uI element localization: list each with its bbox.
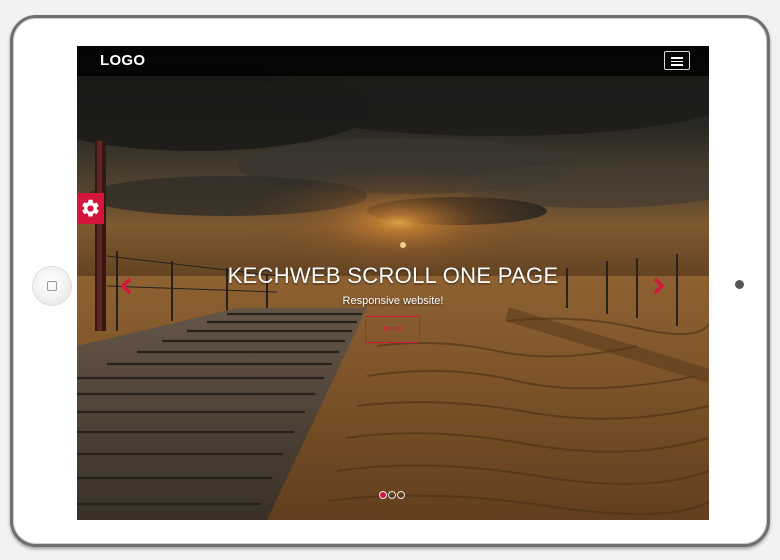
- hamburger-menu-icon[interactable]: [664, 51, 690, 70]
- top-navbar: LOGO: [77, 46, 709, 76]
- settings-button[interactable]: [77, 193, 104, 224]
- slider-dot-3[interactable]: [397, 491, 405, 499]
- website-screen: LOGO KECHWEB SCROLL ONE PAGE Responsive …: [77, 46, 709, 520]
- hero-title: KECHWEB SCROLL ONE PAGE: [227, 263, 559, 288]
- gear-icon: [82, 199, 99, 217]
- hero-more-button[interactable]: more: [365, 316, 420, 343]
- site-logo[interactable]: LOGO: [100, 52, 145, 69]
- slider-dot-1[interactable]: [379, 491, 387, 499]
- tablet-camera: [735, 280, 744, 289]
- tablet-home-button[interactable]: [33, 267, 71, 305]
- hero-subtitle: Responsive website!: [342, 295, 444, 307]
- slider-dot-2[interactable]: [388, 491, 396, 499]
